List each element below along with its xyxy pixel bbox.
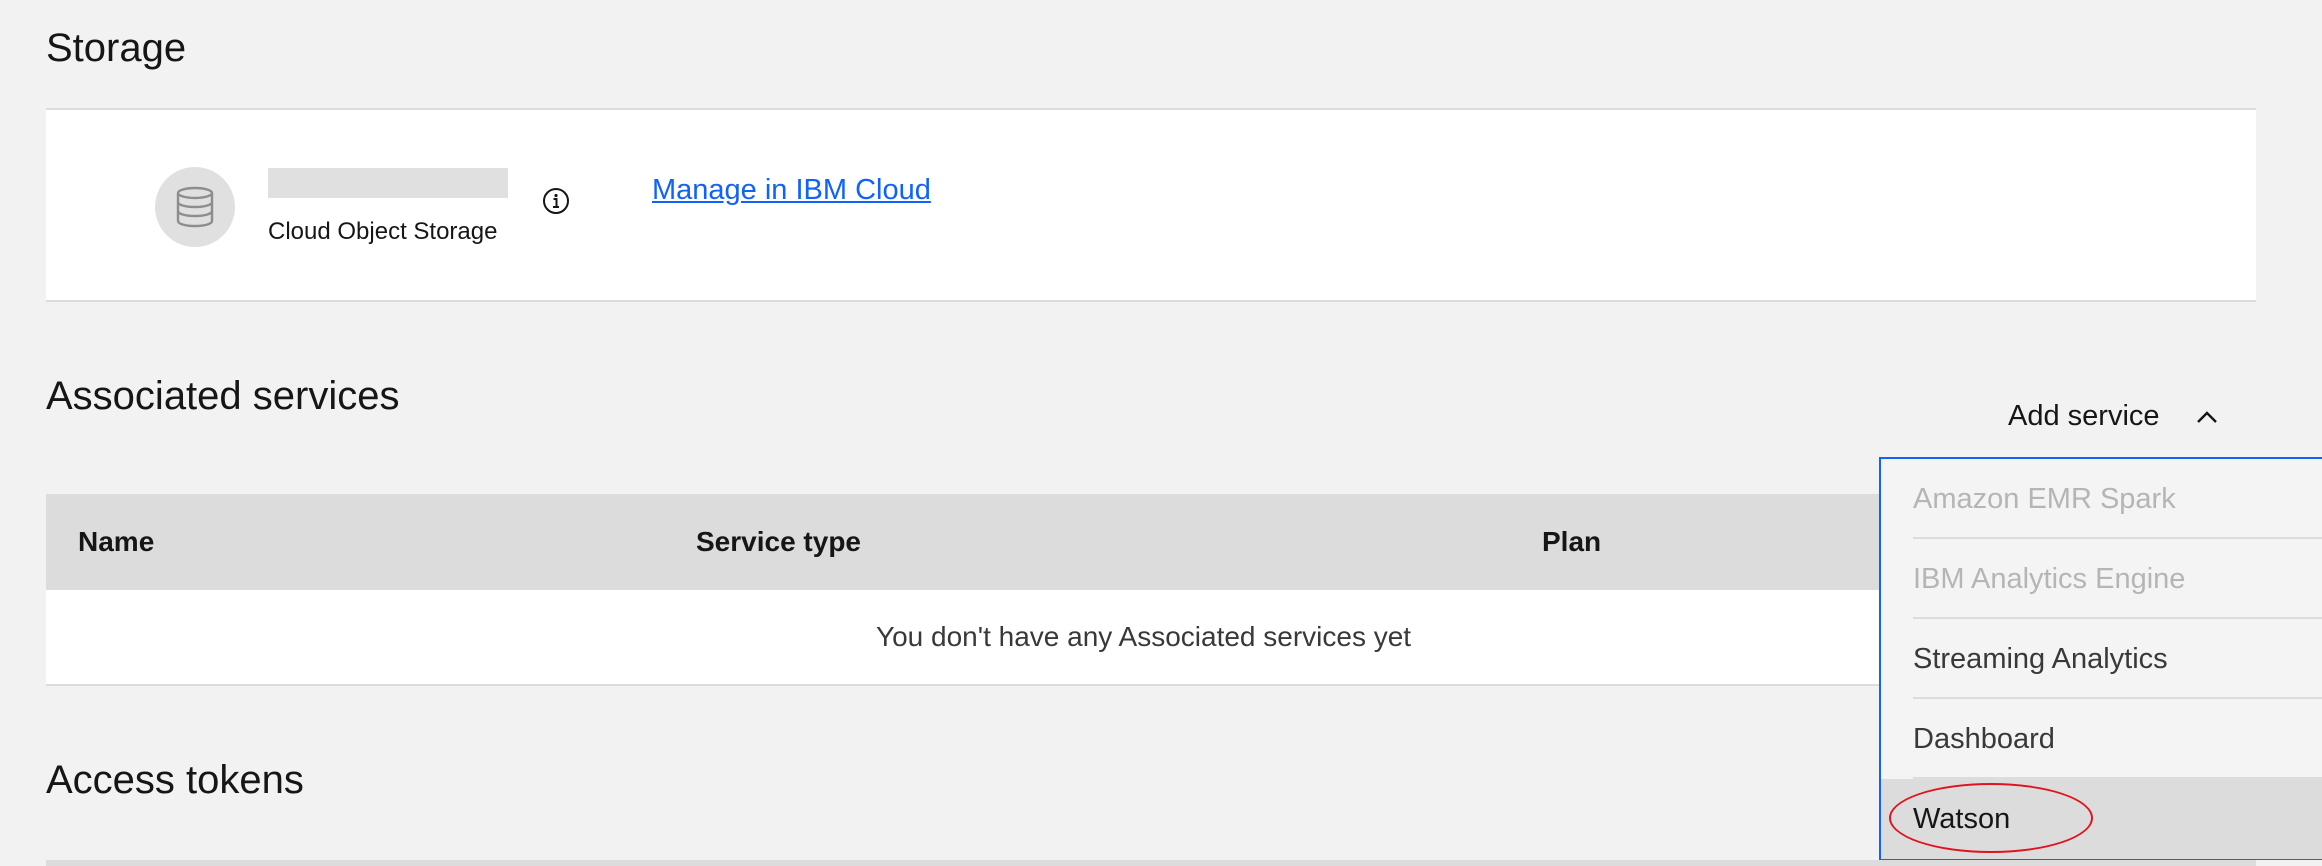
storage-card: Cloud Object Storage Manage in IBM Cloud: [46, 108, 2256, 302]
add-service-label: Add service: [2008, 400, 2160, 432]
menu-item-streaming-analytics[interactable]: Streaming Analytics: [1881, 619, 2322, 699]
project-settings-page: Storage Cloud Object Storage Manage in I…: [0, 0, 2322, 866]
storage-section-title: Storage: [46, 26, 187, 70]
menu-item-ibm-analytics-engine: IBM Analytics Engine: [1881, 539, 2322, 619]
database-icon: [155, 167, 235, 247]
chevron-up-icon: [2196, 410, 2217, 423]
menu-item-label: Dashboard: [1913, 722, 2055, 755]
add-service-button[interactable]: Add service: [2008, 400, 2218, 433]
associated-services-title: Associated services: [46, 374, 400, 418]
menu-item-watson[interactable]: Watson: [1881, 779, 2322, 859]
column-header-name[interactable]: Name: [78, 526, 154, 558]
menu-item-amazon-emr-spark: Amazon EMR Spark: [1881, 459, 2322, 539]
menu-item-label: IBM Analytics Engine: [1913, 562, 2186, 595]
storage-type-label: Cloud Object Storage: [268, 218, 498, 245]
menu-item-dashboard[interactable]: Dashboard: [1881, 699, 2322, 779]
access-tokens-divider: [46, 860, 2256, 866]
menu-item-label: Amazon EMR Spark: [1913, 482, 2176, 515]
add-service-dropdown-menu: Amazon EMR Spark IBM Analytics Engine St…: [1879, 457, 2322, 860]
menu-item-label: Streaming Analytics: [1913, 642, 2168, 675]
access-tokens-title: Access tokens: [46, 758, 304, 802]
storage-name-redacted: [268, 168, 508, 198]
menu-item-label: Watson: [1913, 802, 2011, 835]
column-header-service-type[interactable]: Service type: [696, 526, 861, 558]
column-header-plan[interactable]: Plan: [1542, 526, 1601, 558]
manage-in-ibm-cloud-link[interactable]: Manage in IBM Cloud: [652, 174, 931, 207]
info-icon[interactable]: [541, 186, 571, 216]
